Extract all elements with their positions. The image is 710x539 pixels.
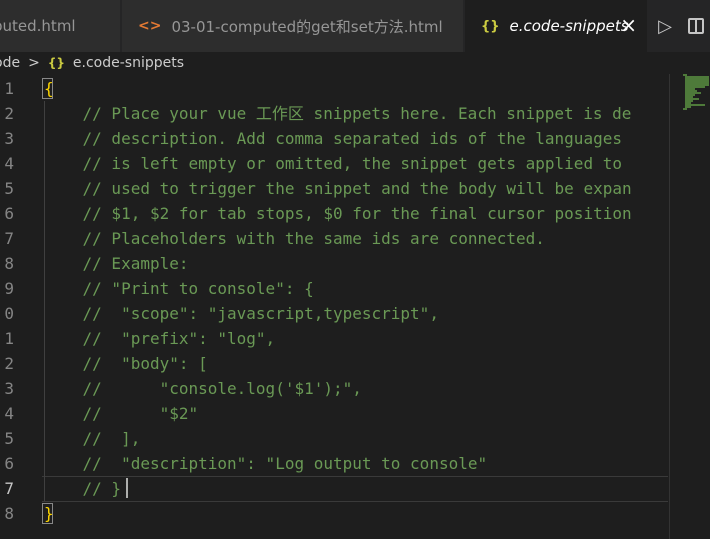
line-number: 1 — [4, 79, 14, 98]
line-number: 8 — [4, 254, 14, 273]
current-line-highlight — [42, 476, 668, 502]
line-number: 1 — [4, 329, 14, 348]
breadcrumb: ode > {} e.code-snippets — [0, 52, 710, 74]
code-line: // "body": [ — [44, 354, 208, 373]
line-number: 4 — [4, 404, 14, 423]
line-number: 4 — [4, 154, 14, 173]
html-file-icon: <> — [138, 18, 162, 34]
tab-code-snippets[interactable]: {} e.code-snippets × — [465, 0, 647, 52]
line-number: 5 — [4, 429, 14, 448]
tab-computed-html[interactable]: puted.html — [0, 0, 121, 52]
line-number: 6 — [4, 454, 14, 473]
code-line: // "$2" — [44, 404, 199, 423]
tab-label: puted.html — [0, 17, 76, 35]
chevron-right-icon: > — [28, 55, 40, 71]
line-number: 8 — [4, 504, 14, 523]
code-line: // "Print to console": { — [44, 279, 314, 298]
code-line: // } — [44, 479, 122, 498]
breadcrumb-folder[interactable]: ode — [0, 55, 20, 71]
code-line: // is left empty or omitted, the snippet… — [44, 154, 622, 173]
code-line: // Example: — [44, 254, 189, 273]
code-editor[interactable]: 123456789012345678 { // Place your vue 工… — [0, 76, 710, 539]
code-line: // Placeholders with the same ids are co… — [44, 229, 545, 248]
line-number: 7 — [4, 229, 14, 248]
json-braces-icon: {} — [481, 18, 500, 34]
indent-guide — [44, 101, 45, 501]
code-line: // "description": "Log output to console… — [44, 454, 488, 473]
bracket-match-highlight — [42, 78, 53, 99]
editor-actions: ▷ — [658, 0, 710, 52]
tab-computed-get-set-html[interactable]: <> 03-01-computed的get和set方法.html — [122, 0, 464, 52]
tab-label: e.code-snippets — [509, 17, 629, 35]
code-line: // used to trigger the snippet and the b… — [44, 179, 632, 198]
run-icon[interactable]: ▷ — [658, 16, 672, 37]
line-number: 9 — [4, 279, 14, 298]
code-line: // "prefix": "log", — [44, 329, 276, 348]
line-number: 2 — [4, 354, 14, 373]
line-number: 5 — [4, 179, 14, 198]
bracket-match-highlight — [42, 503, 53, 524]
code-line: // $1, $2 for tab stops, $0 for the fina… — [44, 204, 632, 223]
split-editor-icon[interactable] — [688, 18, 704, 34]
breadcrumb-file[interactable]: e.code-snippets — [73, 55, 184, 71]
tab-label: 03-01-computed的get和set方法.html — [171, 17, 443, 36]
code-line: // "scope": "javascript,typescript", — [44, 304, 439, 323]
line-number: 3 — [4, 129, 14, 148]
code-line: // "console.log('$1');", — [44, 379, 362, 398]
tab-bar: puted.html <> 03-01-computed的get和set方法.h… — [0, 0, 710, 52]
code-line: // ], — [44, 429, 141, 448]
line-number: 7 — [4, 479, 14, 498]
text-cursor — [125, 478, 128, 498]
line-number: 6 — [4, 204, 14, 223]
close-icon[interactable]: × — [620, 13, 637, 37]
line-number: 0 — [4, 304, 14, 323]
code-line: // description. Add comma separated ids … — [44, 129, 622, 148]
code-line: // Place your vue 工作区 snippets here. Eac… — [44, 104, 632, 123]
line-number: 3 — [4, 379, 14, 398]
line-number: 2 — [4, 104, 14, 123]
json-braces-icon: {} — [47, 56, 65, 70]
